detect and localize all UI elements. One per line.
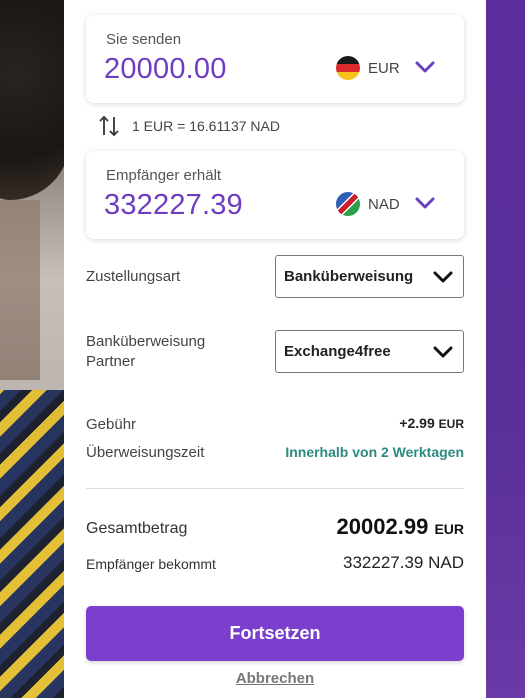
transfer-calculator-panel: Sie senden 20000.00 EUR 1 EUR = 16.61137…: [64, 0, 486, 698]
exchange-rate: 1 EUR = 16.61137 NAD: [98, 114, 280, 138]
partner-value: Exchange4free: [284, 343, 391, 360]
background-photo: [0, 0, 64, 698]
divider: [86, 488, 464, 489]
total-label: Gesamtbetrag: [86, 520, 188, 537]
continue-button[interactable]: Fortsetzen: [86, 606, 464, 661]
receive-currency-selector[interactable]: NAD: [336, 192, 400, 216]
chevron-down-icon: [433, 271, 453, 282]
photo-skin: [0, 200, 40, 380]
purple-side-band: [486, 0, 525, 698]
send-currency-selector[interactable]: EUR: [336, 56, 400, 80]
total-value: 20002.99 EUR: [337, 514, 464, 540]
send-currency-code: EUR: [368, 59, 400, 77]
fee-label: Gebühr: [86, 416, 137, 433]
germany-flag-icon: [336, 56, 360, 80]
cancel-link[interactable]: Abbrechen: [64, 670, 486, 687]
recipient-gets-value: 332227.39 NAD: [343, 553, 464, 572]
send-label: Sie senden: [106, 31, 182, 48]
transfer-time-label: Überweisungszeit: [86, 444, 205, 461]
delivery-method-select[interactable]: Banküberweisung: [275, 255, 464, 298]
total-currency: EUR: [434, 521, 464, 537]
partner-select[interactable]: Exchange4free: [275, 330, 464, 373]
chevron-down-icon[interactable]: [414, 59, 436, 75]
namibia-flag-icon: [336, 192, 360, 216]
chevron-down-icon[interactable]: [414, 195, 436, 211]
fee-amount: +2.99: [399, 415, 435, 431]
delivery-method-value: Banküberweisung: [284, 268, 414, 285]
recipient-gets-label: Empfänger bekommt: [86, 556, 216, 572]
fee-value: +2.99 EUR: [399, 415, 464, 431]
delivery-method-label: Zustellungsart: [86, 268, 181, 285]
send-amount-input[interactable]: 20000.00: [104, 53, 227, 86]
partner-label: Banküberweisung Partner: [86, 333, 206, 370]
exchange-rate-text: 1 EUR = 16.61137 NAD: [132, 118, 280, 134]
photo-shirt: [0, 390, 64, 698]
total-amount: 20002.99: [336, 514, 429, 539]
transfer-time-value: Innerhalb von 2 Werktagen: [285, 444, 464, 460]
swap-arrows-icon[interactable]: [98, 114, 120, 138]
receive-currency-code: NAD: [368, 195, 400, 213]
receive-amount-input[interactable]: 332227.39: [104, 189, 243, 222]
receive-amount-card: Empfänger erhält 332227.39 NAD: [86, 151, 464, 239]
send-amount-card: Sie senden 20000.00 EUR: [86, 15, 464, 103]
fee-currency: EUR: [438, 417, 464, 431]
receive-label: Empfänger erhält: [106, 167, 222, 184]
chevron-down-icon: [433, 346, 453, 357]
photo-hair: [0, 0, 64, 200]
